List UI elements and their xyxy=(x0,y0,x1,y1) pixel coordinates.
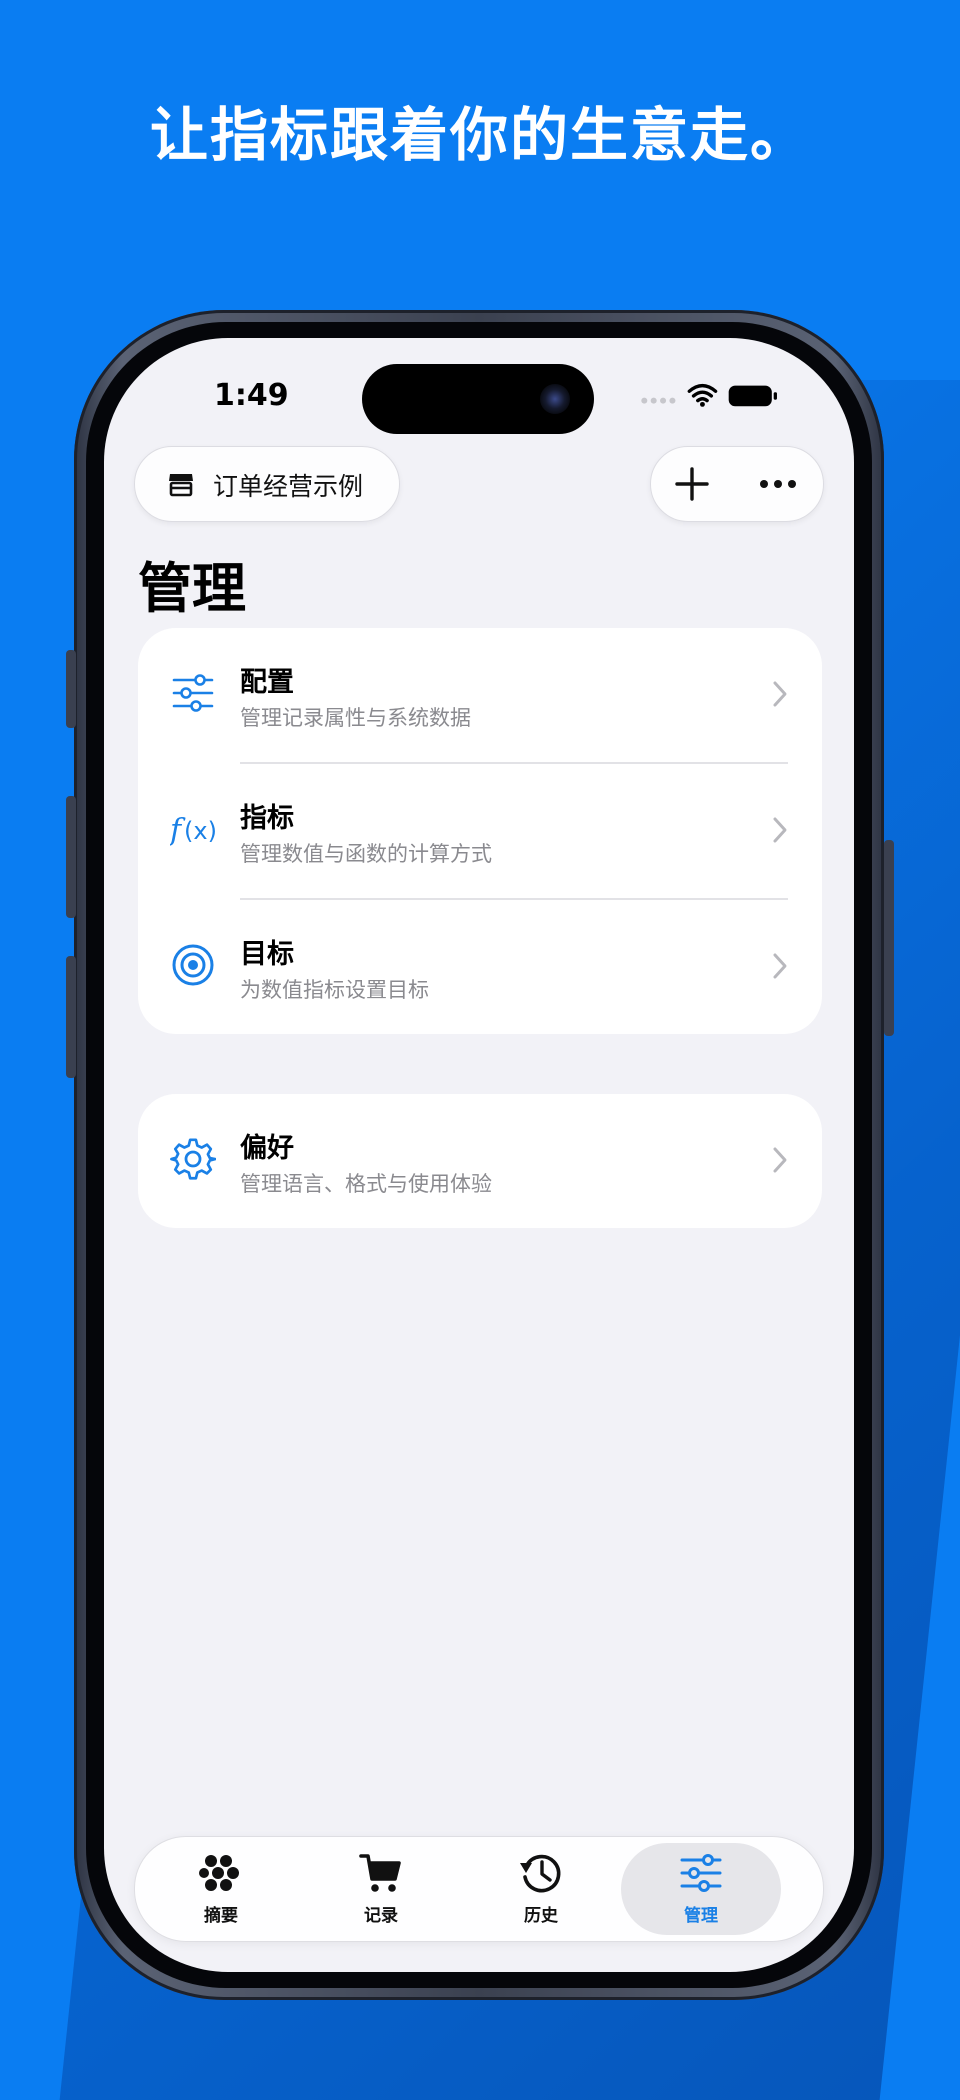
volume-down-button xyxy=(66,956,76,1078)
wifi-icon xyxy=(687,383,718,403)
more-button[interactable] xyxy=(759,479,797,489)
tab-manage[interactable]: 管理 xyxy=(621,1843,781,1935)
tab-label: 管理 xyxy=(684,1906,718,1926)
chevron-right-icon xyxy=(773,1147,787,1173)
chevron-right-icon xyxy=(773,817,787,843)
sliders-icon xyxy=(680,1854,722,1892)
power-button xyxy=(884,840,894,1036)
list-item-title: 配置 xyxy=(240,667,294,698)
status-icons xyxy=(641,383,777,407)
tab-summary[interactable]: 摘要 xyxy=(141,1843,301,1935)
chevron-right-icon xyxy=(773,681,787,707)
list-item-subtitle: 管理记录属性与系统数据 xyxy=(240,706,471,730)
list-item-title: 指标 xyxy=(240,803,294,834)
list-item-subtitle: 管理语言、格式与使用体验 xyxy=(240,1172,492,1196)
list-item-title: 偏好 xyxy=(240,1133,294,1164)
tab-bar: 摘要 记录 历史 管理 xyxy=(134,1836,824,1942)
plus-icon xyxy=(675,467,709,501)
dots-cluster-icon xyxy=(199,1855,239,1891)
cart-icon xyxy=(359,1854,401,1892)
history-icon xyxy=(520,1854,561,1893)
battery-icon xyxy=(728,385,777,407)
store-switcher-button[interactable]: 订单经营示例 xyxy=(134,446,400,522)
front-camera xyxy=(540,384,570,414)
sliders-icon xyxy=(172,674,214,712)
ellipsis-icon xyxy=(760,480,796,488)
store-name: 订单经营示例 xyxy=(213,472,364,501)
list-item-preferences[interactable]: 偏好 管理语言、格式与使用体验 xyxy=(138,1094,822,1228)
app-screen: 1:49 订单经营示例 管理 配置 管理记录属性与系统数据 f (x) 指标 管… xyxy=(104,338,854,1972)
list-item-targets[interactable]: 目标 为数值指标设置目标 xyxy=(138,900,822,1034)
action-button xyxy=(66,650,76,728)
dynamic-island xyxy=(362,364,594,434)
marketing-headline: 让指标跟着你的生意走。 xyxy=(149,101,810,169)
chevron-right-icon xyxy=(773,953,787,979)
gear-icon xyxy=(170,1138,216,1180)
page-title: 管理 xyxy=(138,557,246,620)
list-item-config[interactable]: 配置 管理记录属性与系统数据 xyxy=(138,628,822,762)
list-item-subtitle: 管理数值与函数的计算方式 xyxy=(240,842,492,866)
preferences-list: 偏好 管理语言、格式与使用体验 xyxy=(138,1094,822,1228)
signal-icon xyxy=(641,397,676,404)
tab-label: 摘要 xyxy=(204,1906,238,1926)
status-time: 1:49 xyxy=(214,378,289,413)
tab-label: 记录 xyxy=(364,1906,398,1926)
volume-up-button xyxy=(66,796,76,918)
management-list: 配置 管理记录属性与系统数据 f (x) 指标 管理数值与函数的计算方式 目标 … xyxy=(138,628,822,1034)
tab-records[interactable]: 记录 xyxy=(301,1843,461,1935)
store-icon xyxy=(169,474,193,497)
list-item-subtitle: 为数值指标设置目标 xyxy=(240,978,429,1002)
list-item-metrics[interactable]: f (x) 指标 管理数值与函数的计算方式 xyxy=(138,764,822,898)
function-icon: f (x) xyxy=(170,813,216,848)
tab-label: 历史 xyxy=(524,1906,558,1926)
target-icon xyxy=(172,944,214,986)
svg-text:(x): (x) xyxy=(184,817,216,845)
tab-history[interactable]: 历史 xyxy=(461,1843,621,1935)
toolbar-actions xyxy=(650,446,824,522)
list-item-title: 目标 xyxy=(240,939,294,970)
add-button[interactable] xyxy=(673,465,711,503)
